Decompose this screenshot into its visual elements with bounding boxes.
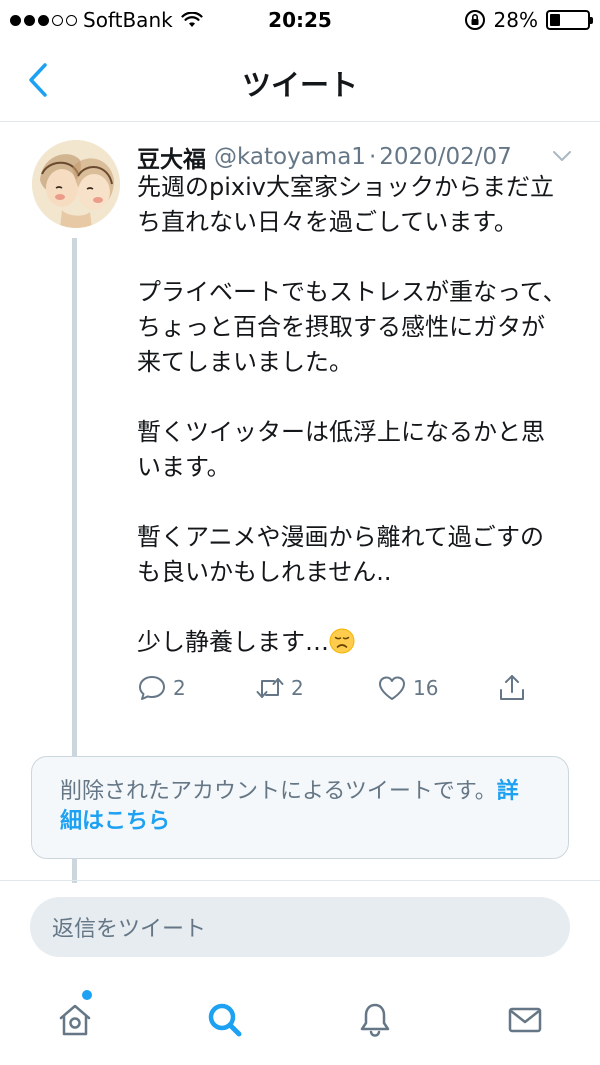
deleted-tweet-notice: 削除されたアカウントによるツイートです。詳細はこちら bbox=[31, 756, 569, 859]
tweet-paragraph: 暫くアニメや漫画から離れて過ごすのも良いかもしれません.. bbox=[137, 523, 545, 586]
cell-signal-icon bbox=[10, 14, 77, 26]
tab-notifications[interactable] bbox=[345, 995, 405, 1045]
battery-icon bbox=[546, 10, 593, 30]
tab-messages[interactable] bbox=[495, 995, 555, 1045]
reply-count: 2 bbox=[173, 676, 186, 700]
like-button[interactable]: 16 bbox=[377, 668, 438, 708]
disappointed-face-emoji-icon bbox=[329, 628, 355, 654]
battery-percent: 28% bbox=[493, 8, 538, 32]
search-icon bbox=[208, 1003, 242, 1037]
mail-icon bbox=[508, 1007, 542, 1033]
tweet-paragraph: 少し静養します… bbox=[137, 628, 329, 656]
avatar-illustration bbox=[32, 140, 120, 228]
share-icon bbox=[500, 675, 524, 700]
tweet-actions: 2 2 16 bbox=[137, 668, 557, 708]
retweet-icon bbox=[256, 678, 284, 698]
author-handle[interactable]: @katoyama1 bbox=[214, 144, 366, 170]
tweet-paragraph: プライベートでもストレスが重なって、ちょっと百合を摂取する感性にガタが来てしまい… bbox=[137, 278, 567, 376]
reply-button[interactable]: 2 bbox=[137, 668, 186, 708]
author-name[interactable]: 豆大福 bbox=[137, 140, 206, 174]
carrier-name: SoftBank bbox=[83, 8, 173, 32]
bell-icon bbox=[360, 1003, 390, 1037]
orientation-lock-icon bbox=[464, 10, 485, 30]
tweet-menu-button[interactable] bbox=[548, 142, 576, 170]
tweet-paragraph: 先週のpixiv大室家ショックからまだ立ち直れない日々を過ごしています。 bbox=[137, 173, 554, 236]
nav-header: ツイート bbox=[0, 40, 600, 122]
share-button[interactable] bbox=[497, 668, 527, 708]
reply-input[interactable]: 返信をツイート bbox=[30, 897, 570, 957]
tab-search[interactable] bbox=[195, 995, 255, 1045]
heart-icon bbox=[379, 676, 405, 700]
author-avatar[interactable] bbox=[32, 140, 120, 228]
status-bar: SoftBank 20:25 28% bbox=[0, 0, 600, 40]
retweet-count: 2 bbox=[291, 676, 304, 700]
deleted-notice-text: 削除されたアカウントによるツイートです。 bbox=[60, 779, 497, 804]
chevron-down-icon bbox=[553, 151, 571, 161]
home-notification-dot bbox=[82, 990, 92, 1000]
page-title: ツイート bbox=[241, 68, 358, 102]
tweet-paragraph-last: 少し静養します… bbox=[137, 625, 567, 660]
divider bbox=[0, 880, 600, 881]
battery-level bbox=[550, 14, 561, 26]
tweet-paragraph: 暫くツイッターは低浮上になるかと思います。 bbox=[137, 418, 545, 481]
home-icon bbox=[59, 1004, 91, 1036]
tab-home[interactable] bbox=[45, 995, 105, 1045]
meta-separator: · bbox=[368, 144, 377, 170]
tweet-text: 先週のpixiv大室家ショックからまだ立ち直れない日々を過ごしています。 プライ… bbox=[137, 170, 567, 660]
like-count: 16 bbox=[413, 676, 439, 700]
tweet-header: 豆大福 @katoyama1 · 2020/02/07 bbox=[137, 140, 577, 174]
reply-icon bbox=[139, 676, 165, 700]
retweet-button[interactable]: 2 bbox=[255, 668, 304, 708]
tweet-date[interactable]: 2020/02/07 bbox=[379, 144, 512, 170]
wifi-icon bbox=[181, 12, 203, 27]
